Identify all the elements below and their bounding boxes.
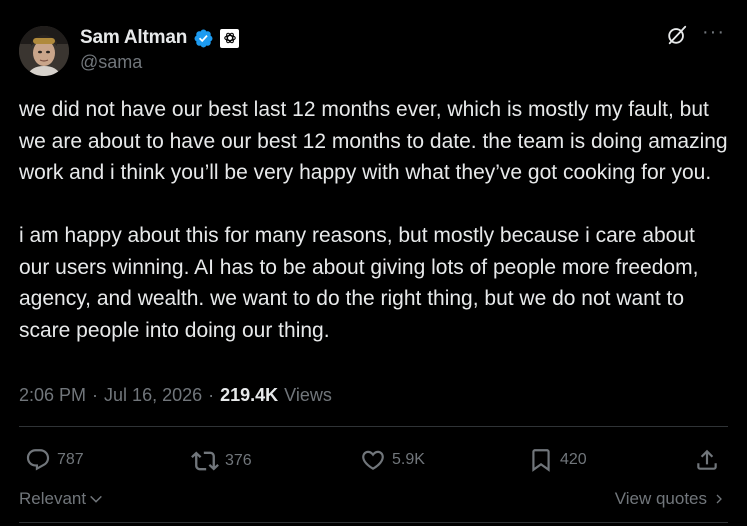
sort-replies-dropdown[interactable]: Relevant — [19, 489, 104, 509]
like-button[interactable]: 5.9K — [360, 447, 425, 473]
author-display-name[interactable]: Sam Altman — [80, 27, 187, 49]
bookmark-count: 420 — [560, 451, 587, 468]
more-options-icon[interactable]: ··· — [702, 22, 725, 42]
verified-badge-icon[interactable] — [193, 28, 214, 49]
meta-separator: · — [208, 385, 215, 405]
tweet-date[interactable]: Jul 16, 2026 — [104, 385, 202, 406]
share-button[interactable] — [694, 447, 720, 473]
tweet-paragraph: we did not have our best last 12 months … — [19, 98, 728, 184]
views-label: Views — [284, 385, 332, 405]
bookmark-icon — [532, 449, 550, 472]
chevron-right-icon — [716, 494, 722, 504]
chevron-down-icon — [90, 495, 102, 503]
avatar-image — [19, 26, 69, 76]
tweet-time[interactable]: 2:06 PM — [19, 385, 86, 406]
meta-separator: · — [92, 385, 99, 405]
reply-icon — [26, 449, 50, 471]
view-quotes-label: View quotes — [614, 489, 707, 508]
repost-button[interactable]: 376 — [191, 447, 252, 475]
repost-count: 376 — [225, 452, 252, 469]
tweet-text: we did not have our best last 12 months … — [19, 94, 731, 346]
author-handle[interactable]: @sama — [80, 52, 142, 73]
reply-count: 787 — [57, 451, 84, 468]
openai-logo-icon[interactable] — [220, 28, 240, 48]
tweet-meta: 2:06 PM · Jul 16, 2026 · 219.4K Views — [19, 385, 332, 406]
share-icon — [697, 449, 717, 470]
reply-button[interactable]: 787 — [25, 447, 84, 473]
divider — [19, 522, 728, 523]
like-count: 5.9K — [392, 451, 425, 468]
sort-label: Relevant — [19, 489, 87, 508]
tweet-actions: 787 376 5.9K 420 — [0, 447, 747, 477]
repost-icon — [191, 451, 219, 471]
author-name-row: Sam Altman — [80, 26, 240, 50]
top-right-actions: ··· — [666, 22, 725, 46]
views-count[interactable]: 219.4K — [220, 385, 278, 406]
heart-icon — [362, 450, 384, 470]
divider — [19, 426, 728, 427]
grok-icon[interactable] — [666, 24, 688, 46]
tweet-paragraph: i am happy about this for many reasons, … — [19, 224, 699, 342]
bookmark-button[interactable]: 420 — [528, 447, 587, 473]
view-quotes-link[interactable]: View quotes — [615, 489, 725, 509]
avatar[interactable] — [19, 26, 69, 76]
